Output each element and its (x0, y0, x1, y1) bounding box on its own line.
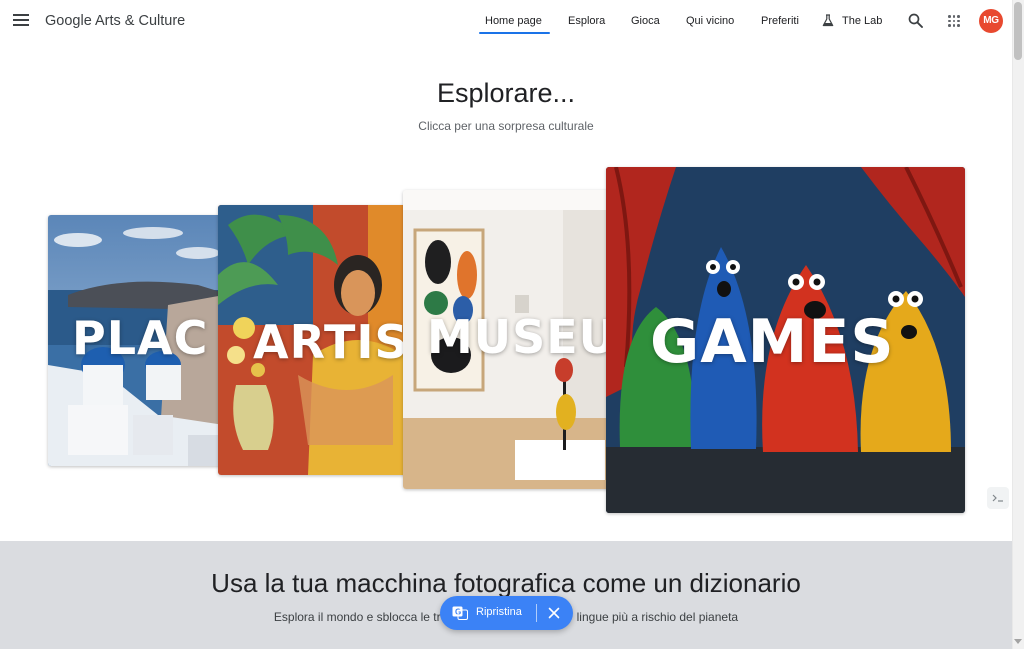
card-games[interactable]: GAMES (606, 167, 965, 513)
menu-icon[interactable] (13, 14, 29, 28)
card-label: GAMES (650, 307, 895, 377)
active-tab-indicator (479, 32, 550, 34)
nav-label[interactable]: Qui vicino (686, 15, 734, 27)
scroll-down-arrow[interactable] (1014, 639, 1022, 644)
scrollbar-track[interactable] (1012, 0, 1024, 649)
section-title: Usa la tua macchina fotografica come un … (211, 568, 801, 598)
restore-button[interactable]: Ripristina (476, 606, 522, 618)
card-places[interactable]: PLAC (48, 215, 224, 466)
section-subtitle-right: lingue più a rischio del pianeta (576, 610, 739, 624)
nav-label[interactable]: Preferiti (761, 15, 799, 27)
translate-restore-pill: G Ripristina (440, 596, 573, 630)
apps-grid-icon[interactable] (948, 15, 960, 27)
section-subtitle-left: Esplora il mondo e sblocca le tr (273, 610, 441, 624)
page-subtitle: Clicca per una sorpresa culturale (418, 119, 594, 133)
scrollbar-thumb[interactable] (1014, 2, 1022, 60)
pill-divider (536, 604, 537, 622)
page-title: Esplorare... (436, 78, 576, 108)
nav-label[interactable]: The Lab (842, 15, 882, 27)
side-extension-icon[interactable] (987, 487, 1009, 509)
logo[interactable]: Google Arts & Culture (45, 13, 185, 29)
top-bar: Google Arts & Culture Home page Esplora … (0, 0, 1012, 44)
card-museums[interactable]: MUSEU (403, 190, 611, 489)
nav-label[interactable]: Esplora (568, 15, 605, 27)
search-icon[interactable] (908, 13, 923, 28)
avatar[interactable]: MG (979, 9, 1003, 33)
nav-label[interactable]: Gioca (631, 15, 660, 27)
card-artists[interactable]: ARTIS (218, 205, 408, 475)
translate-icon: G (452, 606, 468, 620)
card-label: ARTIS (253, 315, 408, 369)
card-label: MUSEU (427, 310, 611, 364)
close-icon[interactable] (548, 607, 560, 619)
card-label: PLAC (72, 311, 209, 365)
nav-label[interactable]: Home page (485, 15, 542, 27)
flask-icon (822, 14, 834, 27)
